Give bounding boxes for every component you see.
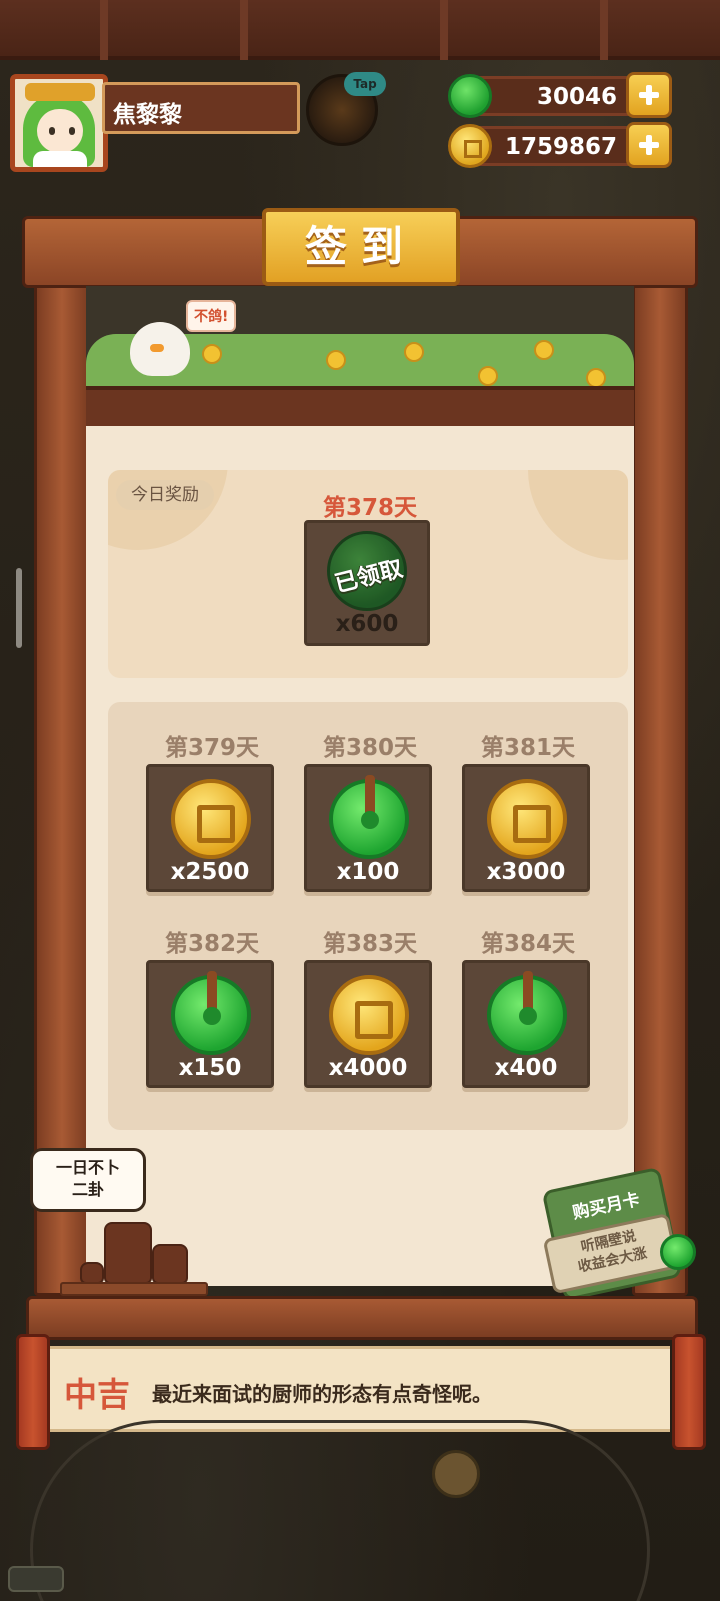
garden-scene: 不鸽! (86, 286, 634, 426)
mascot-speech: 不鸽! (186, 300, 237, 332)
scroll-roll-right (672, 1334, 706, 1450)
reward-card[interactable]: x400 (462, 960, 590, 1088)
coin-icon (329, 975, 409, 1055)
speech-line: 一日不卜 (55, 1158, 120, 1177)
reward-card[interactable]: x100 (304, 764, 432, 892)
reward-card[interactable]: x150 (146, 960, 274, 1088)
avatar[interactable] (10, 74, 108, 172)
reward-amount: x4000 (328, 1055, 408, 1081)
jade-icon (171, 971, 251, 1055)
frame-post-left (34, 216, 90, 1296)
frame-bottom-beam (26, 1296, 698, 1340)
reward-amount: x100 (336, 859, 400, 885)
add-jade-button[interactable] (626, 72, 672, 118)
avatar-face (37, 109, 83, 153)
avatar-crown (25, 83, 95, 101)
day-label: 第382天 (164, 931, 259, 957)
flower-icon (202, 344, 222, 364)
fortune-teller-speech: 一日不卜 二卦 (30, 1148, 146, 1212)
monthly-card-desc: 听隔壁说 收益会大涨 (547, 1220, 674, 1283)
reward-card[interactable]: x3000 (462, 764, 590, 892)
reward-amount: x150 (178, 1055, 242, 1081)
today-reward-card[interactable]: 已领取 x600 (304, 520, 430, 646)
jade-icon (660, 1234, 696, 1270)
day-label: 第384天 (480, 931, 575, 957)
flower-icon (586, 368, 606, 388)
today-day-label: 第378天 (322, 495, 417, 521)
coin-icon (171, 779, 251, 859)
jar-icon (152, 1244, 188, 1284)
player-name: 焦黎黎 (102, 82, 300, 134)
speech-line: 二卦 (71, 1180, 104, 1199)
day-label: 第379天 (164, 735, 259, 761)
signin-title: 签到 (262, 208, 460, 286)
frame-post-right (632, 216, 688, 1296)
reward-amount: x2500 (170, 859, 250, 885)
shelf (60, 1282, 208, 1296)
today-reward-tag: 今日奖励 (116, 480, 214, 510)
reward-card[interactable]: x2500 (146, 764, 274, 892)
reward-card[interactable]: x4000 (304, 960, 432, 1088)
beam-post (240, 0, 248, 60)
flower-icon (478, 366, 498, 386)
scroll-indicator[interactable] (16, 568, 22, 648)
beam-post (600, 0, 608, 60)
coin-icon (487, 779, 567, 859)
day-label: 第381天 (480, 735, 575, 761)
avatar-eye (69, 127, 75, 135)
flower-icon (534, 340, 554, 360)
avatar-eye (49, 127, 55, 135)
flower-icon (326, 350, 346, 370)
reward-amount: x3000 (486, 859, 566, 885)
toggle-switch[interactable] (8, 1566, 64, 1592)
reward-amount: x600 (335, 611, 399, 637)
jade-icon (487, 971, 567, 1055)
flower-icon (404, 342, 424, 362)
day-label: 第380天 (322, 735, 417, 761)
top-beam (0, 0, 720, 60)
day-label: 第383天 (322, 931, 417, 957)
avatar-shirt (33, 151, 87, 167)
panel-decoration (528, 470, 628, 560)
background-ring (30, 1420, 650, 1601)
beam-post (100, 0, 108, 60)
scene-beam (86, 386, 634, 426)
coin-icon (432, 1450, 480, 1498)
jade-icon (448, 74, 492, 118)
chick-beak (150, 344, 164, 352)
scroll-roll-left (16, 1334, 50, 1450)
fortune-level: 中吉 (64, 1375, 130, 1414)
jade-icon (329, 775, 409, 859)
jar-icon (104, 1222, 152, 1284)
tap-badge: Tap (344, 72, 386, 96)
add-coins-button[interactable] (626, 122, 672, 168)
jar-icon (80, 1262, 104, 1284)
beam-post (440, 0, 448, 60)
fortune-text: 最近来面试的厨师的形态有点奇怪呢。 (152, 1382, 492, 1406)
reward-amount: x400 (494, 1055, 558, 1081)
coin-icon (448, 124, 492, 168)
chick-mascot (130, 322, 190, 376)
